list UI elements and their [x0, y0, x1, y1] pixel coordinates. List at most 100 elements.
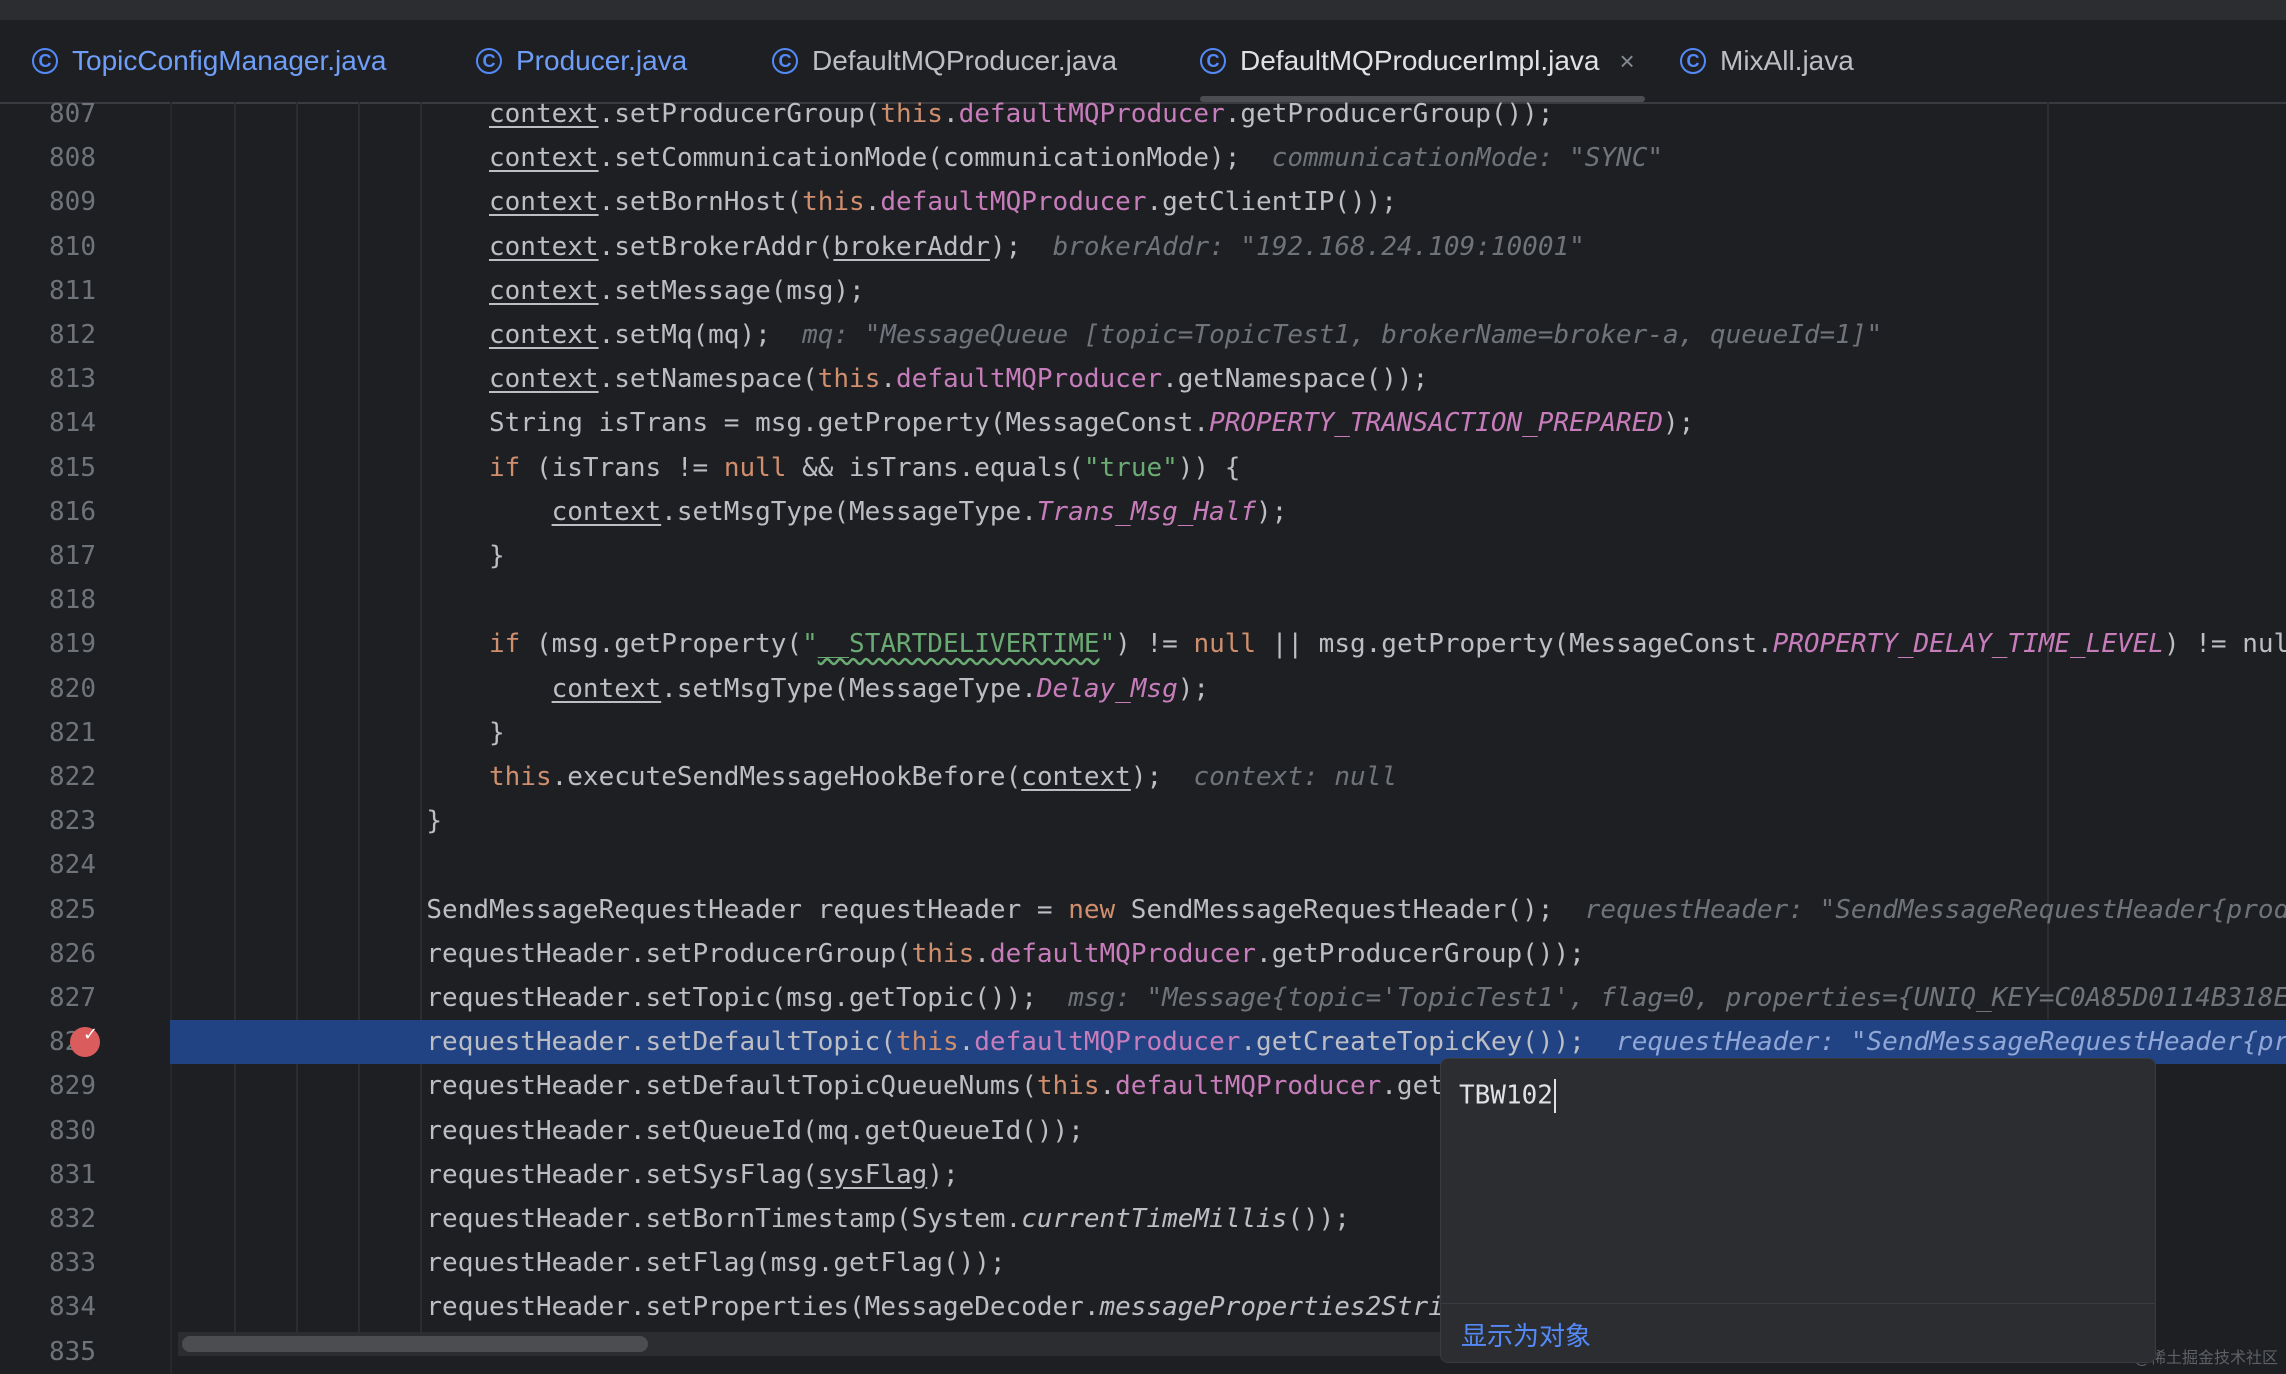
- value-text: TBW102: [1459, 1080, 1553, 1111]
- line-number[interactable]: 832: [0, 1197, 96, 1241]
- code-line[interactable]: 814 String isTrans = msg.getProperty(Mess…: [0, 401, 2286, 445]
- line-number[interactable]: 824: [0, 843, 96, 887]
- line-number[interactable]: 826: [0, 932, 96, 976]
- inline-debug-value: context: null: [1193, 762, 1397, 792]
- breakpoint-icon[interactable]: [70, 1013, 100, 1058]
- text-caret: [1553, 1079, 1556, 1113]
- line-number[interactable]: 830: [0, 1109, 96, 1153]
- code-line[interactable]: 811 context.setMessage(msg);: [0, 269, 2286, 313]
- code-line[interactable]: 815 if (isTrans != null && isTrans.equals…: [0, 446, 2286, 490]
- code-text: }: [489, 541, 505, 571]
- code-text: context.setProducerGroup(this.defaultMQP…: [489, 102, 1554, 129]
- class-icon: C: [476, 48, 502, 74]
- line-number[interactable]: 821: [0, 711, 96, 755]
- code-text: requestHeader.setDefaultTopicQueueNums(t…: [426, 1071, 1444, 1102]
- line-number[interactable]: 825: [0, 888, 96, 932]
- code-line[interactable]: 808 context.setCommunicationMode(communic…: [0, 136, 2286, 180]
- code-text: context.setCommunicationMode(communicati…: [489, 143, 1664, 174]
- line-number[interactable]: 813: [0, 357, 96, 401]
- line-number[interactable]: 822: [0, 755, 96, 799]
- tab-producer[interactable]: C Producer.java: [476, 20, 687, 102]
- value-field[interactable]: TBW102: [1459, 1079, 1556, 1113]
- tab-label: Producer.java: [516, 45, 688, 76]
- line-number[interactable]: 812: [0, 313, 96, 357]
- tab-label: TopicConfigManager.java: [72, 45, 387, 76]
- line-number[interactable]: 810: [0, 225, 96, 269]
- line-number[interactable]: 817: [0, 534, 96, 578]
- show-as-object-link[interactable]: 显示为对象: [1461, 1316, 1591, 1353]
- line-number[interactable]: 809: [0, 180, 96, 224]
- line-number[interactable]: 835: [0, 1330, 96, 1374]
- code-line[interactable]: 809 context.setBornHost(this.defaultMQPro…: [0, 180, 2286, 224]
- code-line[interactable]: 812 context.setMq(mq); mq: "MessageQueue …: [0, 313, 2286, 357]
- line-number[interactable]: 831: [0, 1153, 96, 1197]
- code-text: context.setMessage(msg);: [489, 275, 865, 306]
- code-line[interactable]: 826 requestHeader.setProducerGroup(this.d…: [0, 932, 2286, 976]
- horizontal-scrollbar[interactable]: [178, 1332, 1442, 1356]
- line-number[interactable]: 811: [0, 269, 96, 313]
- line-number[interactable]: 815: [0, 446, 96, 490]
- inline-debug-value: brokerAddr: "192.168.24.109:10001": [1052, 231, 1585, 262]
- tab-label: DefaultMQProducerImpl.java: [1240, 45, 1600, 76]
- code-text: context.setMsgType(MessageType.Trans_Msg…: [551, 496, 1288, 527]
- line-number[interactable]: 833: [0, 1241, 96, 1285]
- code-line[interactable]: 825 SendMessageRequestHeader requestHeade…: [0, 888, 2286, 932]
- code-text: }: [426, 806, 443, 837]
- line-number[interactable]: 808: [0, 136, 96, 180]
- code-line[interactable]: 819 if (msg.getProperty("__STARTDELIVERTI…: [0, 622, 2286, 666]
- class-icon: C: [1680, 48, 1706, 74]
- code-text: context.setMsgType(MessageType.Delay_Msg…: [551, 673, 1210, 704]
- line-number[interactable]: 827: [0, 976, 96, 1020]
- line-number[interactable]: 818: [0, 578, 96, 622]
- code-text: }: [489, 717, 505, 748]
- code-line[interactable]: 810 context.setBrokerAddr(brokerAddr); br…: [0, 225, 2286, 269]
- line-number[interactable]: 820: [0, 667, 96, 711]
- code-line[interactable]: 822 this.executeSendMessageHookBefore(con…: [0, 755, 2286, 799]
- code-text: requestHeader.setTopic(msg.getTopic()); …: [426, 976, 2286, 1020]
- inline-debug-value: requestHeader: "SendMessageRequestHeader…: [1616, 1027, 2286, 1058]
- code-line[interactable]: 823}: [0, 799, 2286, 843]
- window-top-strip: [0, 0, 2286, 20]
- code-text: SendMessageRequestHeader requestHeader =…: [426, 888, 2286, 932]
- class-icon: C: [32, 48, 58, 74]
- tab-defaultmqproducerimpl[interactable]: C DefaultMQProducerImpl.java ×: [1200, 20, 1645, 102]
- code-text: context.setMq(mq); mq: "MessageQueue [to…: [489, 320, 1883, 350]
- inline-debug-value: requestHeader: "SendMessageRequestHeader…: [1584, 894, 2286, 925]
- code-text: requestHeader.setFlag(msg.getFlag());: [426, 1248, 1006, 1279]
- inline-debug-value: communicationMode: "SYNC": [1271, 143, 1664, 174]
- code-text: requestHeader.setProducerGroup(this.defa…: [426, 938, 1585, 969]
- code-text: requestHeader.setSysFlag(sysFlag);: [426, 1159, 959, 1190]
- code-text: requestHeader.setProperties(MessageDecod…: [426, 1292, 1444, 1323]
- code-text: requestHeader.setBornTimestamp(System.cu…: [426, 1204, 1350, 1234]
- line-number[interactable]: 807: [0, 102, 96, 136]
- close-tab-icon[interactable]: ×: [1619, 46, 1634, 77]
- tab-topicconfigmanager[interactable]: C TopicConfigManager.java: [32, 20, 386, 102]
- class-icon: C: [1200, 48, 1226, 74]
- line-number[interactable]: 816: [0, 490, 96, 534]
- code-line[interactable]: 813 context.setNamespace(this.defaultMQPr…: [0, 357, 2286, 401]
- popup-footer: 显示为对象: [1441, 1303, 2155, 1362]
- evaluate-value-popup: TBW102 显示为对象: [1440, 1058, 2156, 1363]
- code-text: if (isTrans != null && isTrans.equals("t…: [489, 452, 1241, 483]
- line-number[interactable]: 834: [0, 1285, 96, 1329]
- tab-label: MixAll.java: [1720, 45, 1854, 76]
- code-line[interactable]: 818: [0, 578, 2286, 622]
- line-number[interactable]: 823: [0, 799, 96, 843]
- code-text: String isTrans = msg.getProperty(Message…: [489, 408, 1695, 439]
- code-line[interactable]: 821}: [0, 711, 2286, 755]
- code-line[interactable]: 827 requestHeader.setTopic(msg.getTopic()…: [0, 976, 2286, 1020]
- tab-defaultmqproducer[interactable]: C DefaultMQProducer.java: [772, 20, 1117, 102]
- code-text: context.setBrokerAddr(brokerAddr); broke…: [489, 231, 1585, 262]
- tab-mixall[interactable]: C MixAll.java: [1680, 20, 1854, 102]
- code-line[interactable]: 824: [0, 843, 2286, 887]
- code-line[interactable]: 816 context.setMsgType(MessageType.Trans_…: [0, 490, 2286, 534]
- line-number[interactable]: 829: [0, 1064, 96, 1108]
- line-number[interactable]: 819: [0, 622, 96, 666]
- code-line[interactable]: 807 context.setProducerGroup(this.default…: [0, 102, 2286, 136]
- code-line[interactable]: 817}: [0, 534, 2286, 578]
- line-number[interactable]: 814: [0, 401, 96, 445]
- code-line[interactable]: 820 context.setMsgType(MessageType.Delay_…: [0, 667, 2286, 711]
- scrollbar-thumb[interactable]: [182, 1336, 648, 1352]
- class-icon: C: [772, 48, 798, 74]
- code-text: context.setBornHost(this.defaultMQProduc…: [489, 187, 1397, 218]
